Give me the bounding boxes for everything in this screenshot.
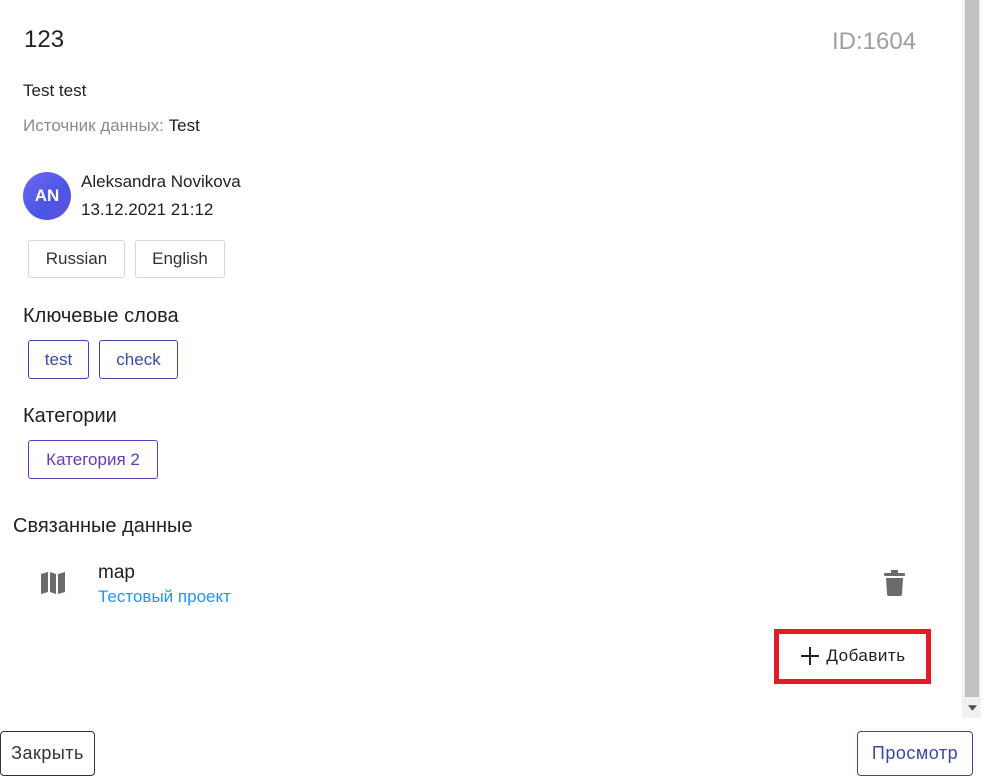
linked-item-name: map (98, 562, 135, 583)
author-name: Aleksandra Novikova (81, 172, 241, 191)
scroll-down-arrow-icon[interactable] (965, 700, 979, 716)
plus-icon (801, 647, 820, 665)
linked-data-heading: Связанные данные (13, 515, 193, 537)
categories-heading: Категории (23, 405, 117, 427)
data-source-label: Источник данных: (23, 116, 164, 135)
data-source-value: Test (168, 116, 200, 135)
language-chip-russian[interactable]: Russian (28, 240, 125, 278)
add-button-label: Добавить (826, 646, 906, 665)
delete-icon[interactable] (884, 570, 905, 596)
language-chip-english[interactable]: English (135, 240, 225, 278)
close-button[interactable]: Закрыть (0, 731, 95, 776)
keyword-chip-check[interactable]: check (99, 340, 178, 379)
keyword-chip-test[interactable]: test (28, 340, 89, 379)
view-button[interactable]: Просмотр (857, 731, 973, 776)
linked-item-project-link[interactable]: Тестовый проект (98, 587, 231, 607)
map-icon (40, 571, 66, 595)
record-title: 123 (24, 26, 65, 53)
scrollbar-thumb[interactable] (965, 0, 979, 697)
keywords-heading: Ключевые слова (23, 305, 179, 327)
record-description: Test test (23, 81, 87, 100)
record-id: ID:1604 (832, 28, 917, 55)
avatar: AN (23, 172, 71, 220)
data-source: Источник данных: Test (23, 116, 200, 136)
created-date: 13.12.2021 21:12 (81, 200, 214, 219)
category-chip[interactable]: Категория 2 (28, 440, 158, 479)
add-linked-data-button[interactable]: Добавить (784, 637, 922, 675)
